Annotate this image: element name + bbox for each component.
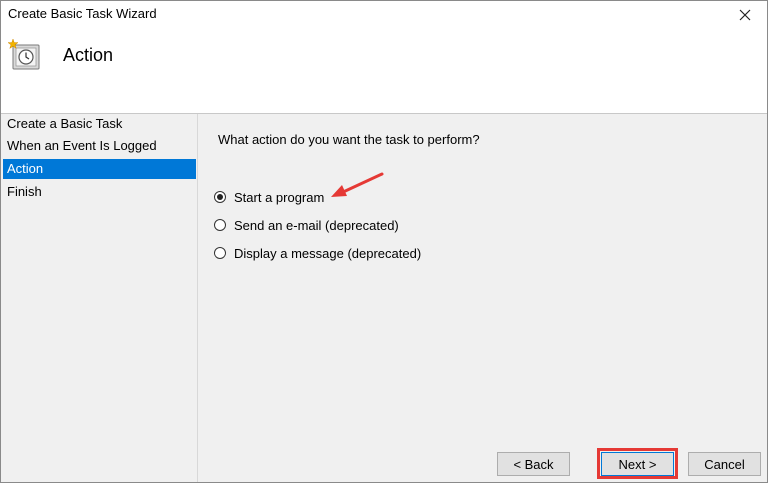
option-label: Send an e-mail (deprecated)	[234, 217, 399, 233]
page-title: Action	[63, 45, 114, 65]
option-start-program[interactable]: Start a program	[214, 188, 324, 206]
option-send-email[interactable]: Send an e-mail (deprecated)	[214, 216, 399, 234]
window-title: Create Basic Task Wizard	[8, 6, 157, 21]
close-button[interactable]	[723, 1, 767, 29]
option-label: Display a message (deprecated)	[234, 245, 422, 261]
radio-button[interactable]	[214, 219, 226, 231]
wizard-content: What action do you want the task to perf…	[198, 114, 767, 482]
wizard-window: Create Basic Task Wizard Action Create a…	[0, 0, 768, 483]
sidebar-item-create-basic-task: Create a Basic Task	[7, 116, 123, 131]
close-icon	[739, 9, 751, 21]
option-display-message[interactable]: Display a message (deprecated)	[214, 244, 421, 262]
sidebar-item-action: Action	[3, 159, 196, 179]
wizard-header: Action	[1, 29, 767, 114]
sidebar-item-finish: Finish	[7, 184, 42, 199]
task-scheduler-clock-icon	[7, 38, 40, 70]
option-label: Start a program	[234, 189, 325, 205]
annotation-arrow-icon	[331, 172, 384, 197]
sidebar-item-when-event-logged: When an Event Is Logged	[7, 138, 157, 153]
title-bar: Create Basic Task Wizard	[1, 1, 767, 29]
radio-button[interactable]	[214, 247, 226, 259]
back-button[interactable]: < Back	[497, 452, 570, 476]
action-question: What action do you want the task to perf…	[218, 132, 480, 147]
next-button[interactable]: Next >	[601, 452, 674, 476]
radio-selected-dot	[217, 194, 223, 200]
wizard-steps-sidebar: Create a Basic Task When an Event Is Log…	[1, 114, 198, 482]
radio-button[interactable]	[214, 191, 226, 203]
cancel-button[interactable]: Cancel	[688, 452, 761, 476]
